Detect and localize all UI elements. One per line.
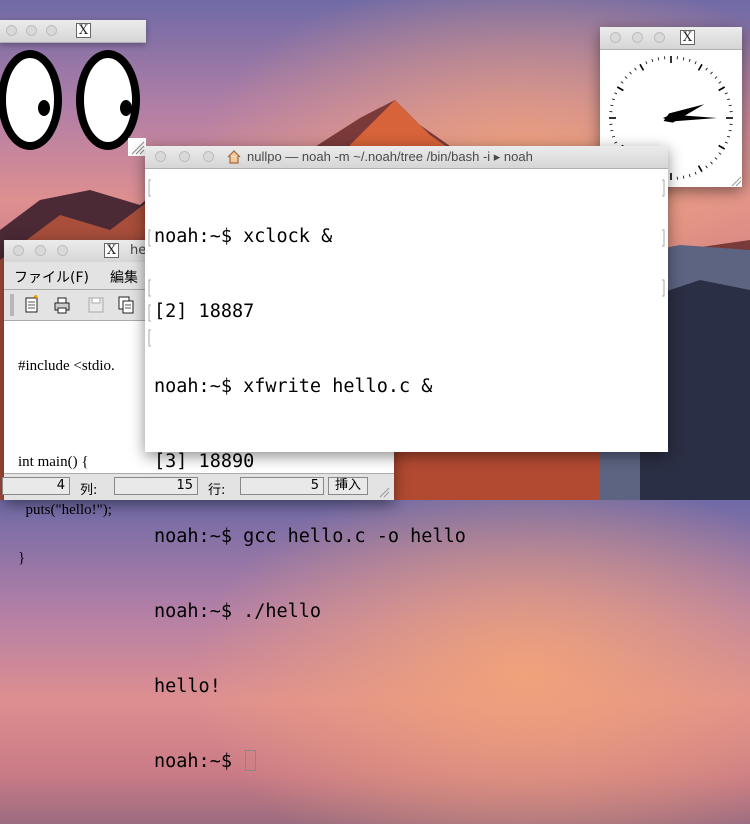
xeyes-window: X: [0, 20, 146, 156]
clock-tick: [695, 172, 696, 175]
clock-tick: [719, 82, 721, 84]
xeyes-titlebar[interactable]: X: [0, 20, 146, 43]
terminal-titlebar[interactable]: nullpo — noah -m ~/.noah/tree /bin/bash …: [145, 146, 668, 169]
copy-icon[interactable]: [116, 295, 136, 315]
clock-tick: [625, 77, 627, 79]
clock-tick: [621, 82, 623, 84]
x-window-icon: X: [680, 30, 695, 45]
clock-tick: [612, 99, 615, 100]
clock-tick: [725, 142, 728, 143]
code-line: puts("hello!");: [18, 502, 115, 518]
menu-edit[interactable]: 編集: [110, 267, 138, 287]
minimize-button[interactable]: [179, 151, 190, 162]
home-folder-icon: [227, 150, 241, 164]
clock-tick: [689, 59, 690, 62]
code-line: #include <stdio.: [18, 358, 115, 374]
x-window-icon: X: [104, 243, 119, 258]
code-line: ​: [18, 406, 115, 422]
clock-tick: [719, 146, 725, 150]
terminal-line: [3] 18890: [154, 449, 466, 474]
terminal-window: nullpo — noah -m ~/.noah/tree /bin/bash …: [145, 146, 668, 452]
close-button[interactable]: [6, 25, 17, 36]
clock-minute-hand: [663, 115, 717, 122]
clock-tick: [614, 142, 617, 143]
clock-tick: [617, 87, 623, 91]
terminal-line: noah:~$ xclock &: [154, 224, 466, 249]
terminal-left-brackets: [147, 178, 153, 378]
xclock-titlebar[interactable]: X: [600, 27, 742, 50]
status-field-first: 4: [2, 477, 70, 495]
clock-tick: [612, 136, 615, 137]
clock-tick: [683, 57, 684, 60]
terminal-cursor: [245, 750, 256, 771]
column-label: 列:: [80, 479, 97, 498]
clock-tick: [727, 136, 730, 137]
terminal-prompt-line: noah:~$: [154, 749, 466, 774]
code-line: }: [18, 550, 115, 566]
terminal-title: nullpo — noah -m ~/.noah/tree /bin/bash …: [247, 149, 533, 165]
resize-grip[interactable]: [728, 173, 742, 187]
close-button[interactable]: [155, 151, 166, 162]
new-file-icon[interactable]: [22, 295, 42, 315]
clock-tick: [630, 72, 632, 74]
clock-tick: [610, 105, 613, 106]
zoom-button[interactable]: [57, 245, 68, 256]
clock-tick: [614, 93, 617, 94]
xeyes-eyes: [0, 44, 146, 156]
clock-tick: [710, 72, 712, 74]
zoom-button[interactable]: [654, 32, 665, 43]
close-button[interactable]: [610, 32, 621, 43]
clock-tick: [699, 166, 703, 172]
code-line: int main() {: [18, 454, 115, 470]
clock-tick: [695, 61, 696, 64]
clock-tick: [729, 105, 732, 106]
terminal-right-brackets: [660, 178, 666, 298]
close-button[interactable]: [13, 245, 24, 256]
terminal-line: noah:~$ gcc hello.c -o hello: [154, 524, 466, 549]
clock-tick: [640, 64, 644, 70]
clock-tick: [706, 68, 708, 70]
terminal-output[interactable]: noah:~$ xclock & [2] 18887 noah:~$ xfwri…: [154, 174, 466, 824]
save-icon[interactable]: [86, 295, 106, 315]
clock-tick: [699, 64, 703, 70]
clock-tick: [635, 68, 637, 70]
clock-tick: [729, 130, 732, 131]
clock-tick: [646, 61, 647, 64]
clock-tick: [727, 99, 730, 100]
terminal-line: noah:~$ ./hello: [154, 599, 466, 624]
clock-tick: [658, 57, 659, 60]
editor-text-area[interactable]: #include <stdio. ​ int main() { puts("he…: [18, 326, 115, 598]
terminal-line: hello!: [154, 674, 466, 699]
terminal-prompt: noah:~$: [154, 751, 243, 772]
clock-tick: [719, 153, 721, 155]
x-window-icon: X: [76, 23, 91, 38]
clock-tick: [683, 176, 684, 179]
minimize-button[interactable]: [632, 32, 643, 43]
clock-tick: [719, 87, 725, 91]
minimize-button[interactable]: [35, 245, 46, 256]
toolbar-separator: [10, 294, 14, 316]
clock-tick: [652, 59, 653, 62]
clock-tick: [725, 93, 728, 94]
menu-file[interactable]: ファイル(F): [14, 267, 89, 287]
clock-tick: [689, 174, 690, 177]
clock-tick: [715, 157, 717, 159]
clock-tick: [710, 162, 712, 164]
zoom-button[interactable]: [46, 25, 57, 36]
zoom-button[interactable]: [203, 151, 214, 162]
clock-tick: [610, 130, 613, 131]
editor-title: he: [130, 243, 146, 258]
clock-tick: [715, 77, 717, 79]
clock-tick: [706, 166, 708, 168]
terminal-line: noah:~$ xfwrite hello.c &: [154, 374, 466, 399]
terminal-line: [2] 18887: [154, 299, 466, 324]
minimize-button[interactable]: [26, 25, 37, 36]
print-icon[interactable]: [52, 295, 72, 315]
